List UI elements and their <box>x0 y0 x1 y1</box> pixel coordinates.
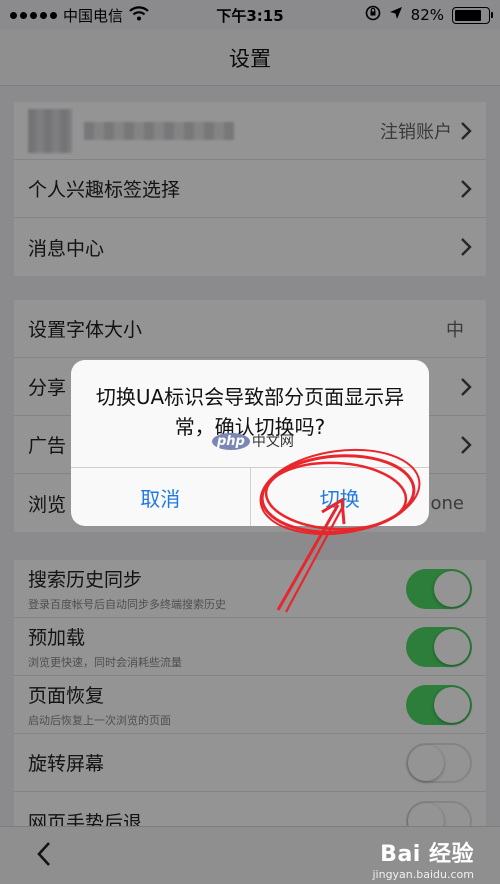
php-watermark: php 中文网 <box>212 431 294 451</box>
confirm-switch-button[interactable]: 切换 <box>249 468 430 526</box>
php-watermark-text: 中文网 <box>251 434 294 450</box>
baidu-jingyan-watermark: Bai 经验 jingyan.baidu.com <box>372 836 474 881</box>
watermark-url: jingyan.baidu.com <box>372 868 474 881</box>
cancel-button[interactable]: 取消 <box>71 468 250 526</box>
dialog-actions: 取消 切换 <box>71 467 429 526</box>
baidu-logo: Bai 经验 <box>380 842 474 867</box>
php-logo: php <box>212 432 250 450</box>
